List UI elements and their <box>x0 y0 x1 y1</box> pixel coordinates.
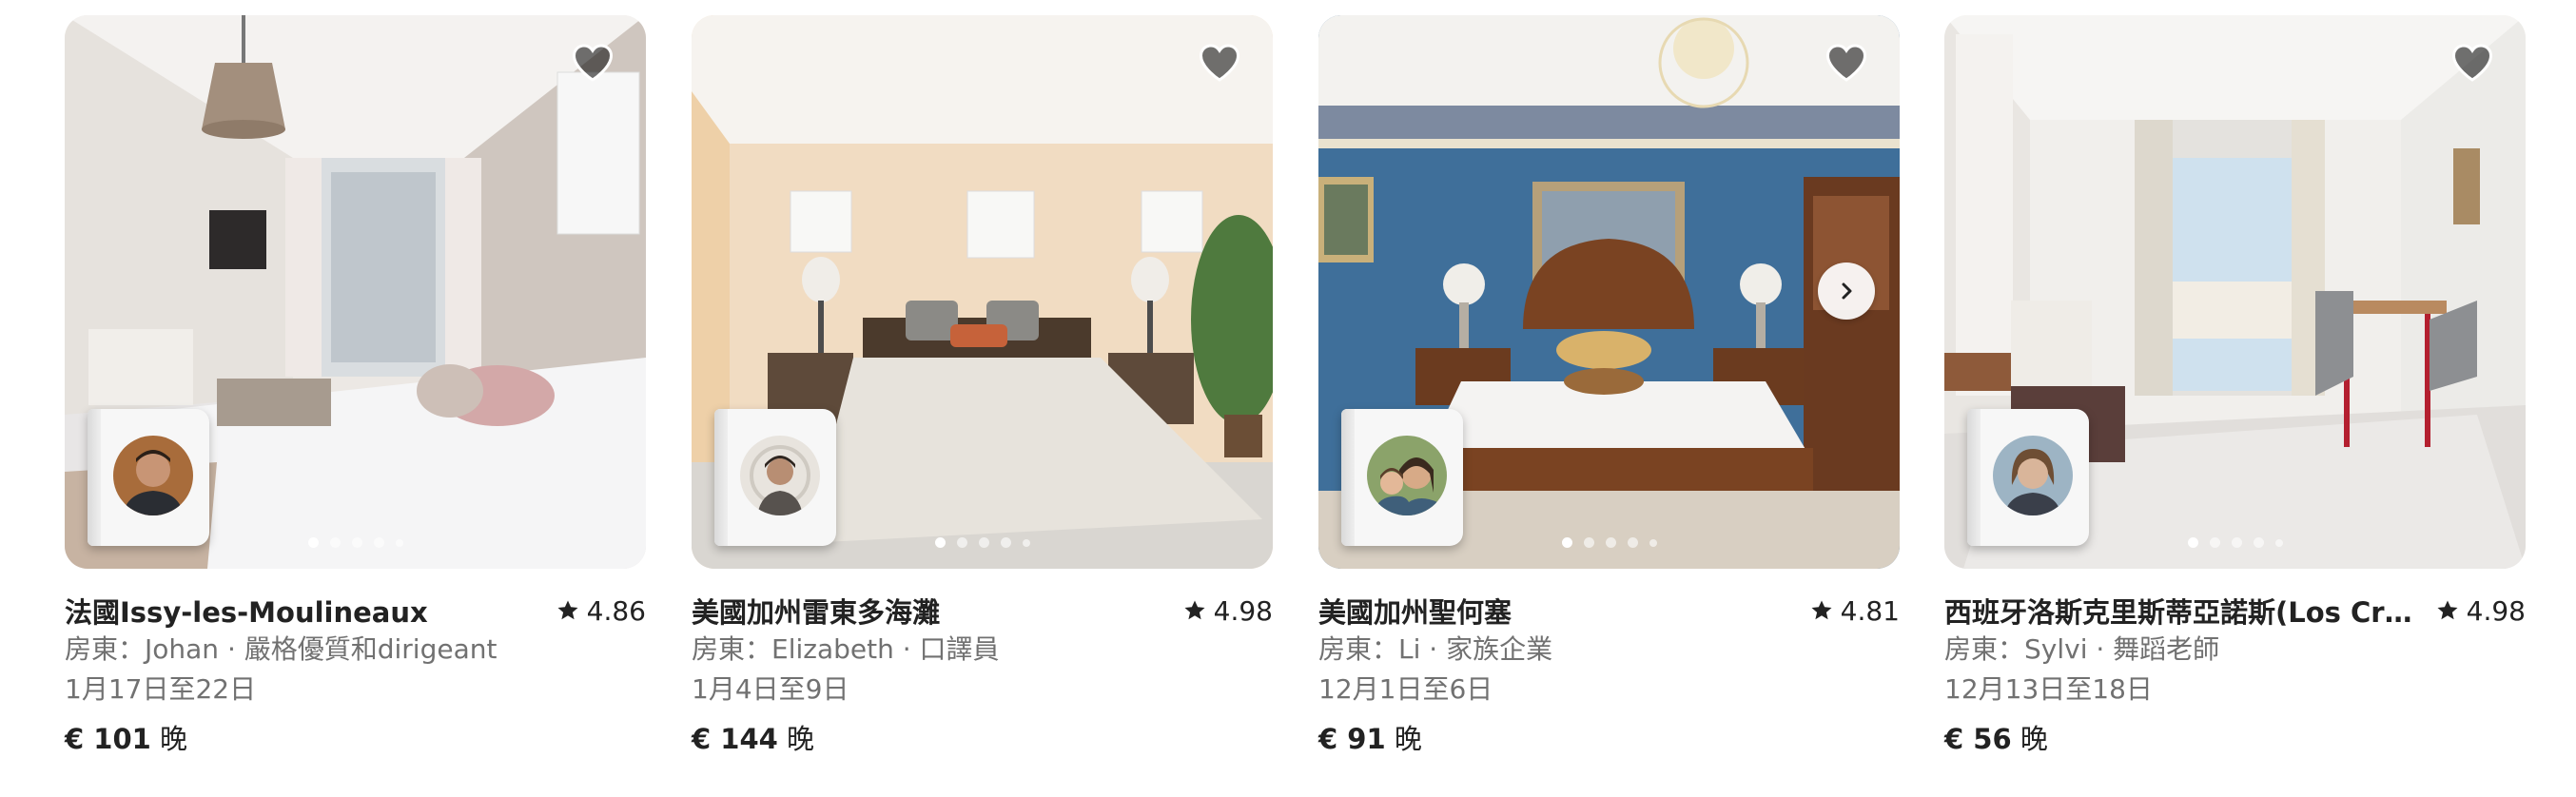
favorite-heart-icon[interactable] <box>1824 40 1869 86</box>
listing-card[interactable]: 美國加州聖何塞 4.81 房東：Li · 家族企業 12月1日至6日 € 91 … <box>1318 15 1900 759</box>
pagination-dot <box>307 537 319 548</box>
pagination-dot <box>373 537 384 548</box>
host-card-spine <box>714 409 728 546</box>
listing-photo[interactable] <box>1318 15 1900 569</box>
listing-location: 法國Issy-les-Moulineaux <box>65 596 428 629</box>
stay-dates: 12月1日至6日 <box>1318 673 1493 705</box>
host-line: 房東：Johan · 嚴格優質和dirigeant <box>65 633 498 665</box>
pagination-dot <box>351 537 362 548</box>
rating-value: 4.98 <box>2466 594 2526 627</box>
pagination-dot <box>1605 537 1616 548</box>
listing-photo[interactable] <box>65 15 646 569</box>
nightly-price: € 91 晚 <box>1318 719 1900 759</box>
host-profile-card[interactable] <box>714 409 836 546</box>
listing-rating: 4.98 <box>1183 595 1273 627</box>
nightly-price: € 144 晚 <box>692 719 1273 759</box>
host-line: 房東：Elizabeth · 口譯員 <box>692 633 1000 665</box>
listing-location: 美國加州雷東多海灘 <box>692 596 941 629</box>
chevron-right-icon <box>1842 282 1852 300</box>
price-amount: € 144 <box>692 723 778 755</box>
host-card-spine <box>1341 409 1355 546</box>
pagination-dot <box>1022 538 1030 547</box>
host-avatar <box>113 436 193 515</box>
host-avatar <box>1993 436 2073 515</box>
stay-dates: 1月17日至22日 <box>65 673 257 705</box>
favorite-heart-icon[interactable] <box>2449 40 2495 86</box>
price-amount: € 56 <box>1944 723 2012 755</box>
nightly-price: € 56 晚 <box>1944 719 2526 759</box>
favorite-heart-icon[interactable] <box>570 40 615 86</box>
listing-rating: 4.86 <box>556 595 646 627</box>
host-profile-card[interactable] <box>1967 409 2089 546</box>
listing-location: 美國加州聖何塞 <box>1318 596 1512 629</box>
star-icon <box>1184 600 1205 620</box>
favorite-heart-icon[interactable] <box>1197 40 1242 86</box>
pagination-dot <box>978 537 989 548</box>
host-profile-card[interactable] <box>88 409 209 546</box>
pagination-dot <box>1627 537 1638 548</box>
pagination-dot <box>2274 538 2283 547</box>
price-unit: 晚 <box>160 723 188 755</box>
pagination-dot <box>395 538 403 547</box>
listing-photo[interactable] <box>692 15 1273 569</box>
photo-pagination-dots <box>2187 537 2283 548</box>
star-icon <box>1811 600 1832 620</box>
nightly-price: € 101 晚 <box>65 719 646 759</box>
price-unit: 晚 <box>2020 723 2048 755</box>
star-icon <box>557 600 578 620</box>
listing-info[interactable]: 美國加州聖何塞 4.81 房東：Li · 家族企業 12月1日至6日 € 91 … <box>1318 592 1900 759</box>
host-avatar <box>1367 436 1447 515</box>
listing-info[interactable]: 美國加州雷東多海灘 4.98 房東：Elizabeth · 口譯員 1月4日至9… <box>692 592 1273 759</box>
price-amount: € 101 <box>65 723 151 755</box>
pagination-dot <box>2231 537 2242 548</box>
photo-pagination-dots <box>1561 537 1657 548</box>
price-unit: 晚 <box>787 723 815 755</box>
pagination-dot <box>1583 537 1594 548</box>
rating-value: 4.81 <box>1840 594 1900 627</box>
stay-dates: 1月4日至9日 <box>692 673 849 705</box>
pagination-dot <box>956 537 967 548</box>
listing-rating: 4.81 <box>1810 595 1900 627</box>
listing-info[interactable]: 西班牙洛斯克里斯蒂亞諾斯(Los Cri... 4.98 房東：Sylvi · … <box>1944 592 2526 759</box>
listing-card[interactable]: 法國Issy-les-Moulineaux 4.86 房東：Johan · 嚴格… <box>65 15 646 759</box>
listing-card[interactable]: 美國加州雷東多海灘 4.98 房東：Elizabeth · 口譯員 1月4日至9… <box>692 15 1273 759</box>
pagination-dot <box>2253 537 2264 548</box>
listing-card[interactable]: 西班牙洛斯克里斯蒂亞諾斯(Los Cri... 4.98 房東：Sylvi · … <box>1944 15 2526 759</box>
host-avatar <box>740 436 820 515</box>
pagination-dot <box>1561 537 1572 548</box>
host-line: 房東：Sylvi · 舞蹈老師 <box>1944 633 2220 665</box>
star-icon <box>2437 600 2458 620</box>
pagination-dot <box>1649 538 1657 547</box>
listing-location: 西班牙洛斯克里斯蒂亞諾斯(Los Cri... <box>1944 596 2420 629</box>
listing-rating: 4.98 <box>2436 595 2526 627</box>
photo-pagination-dots <box>307 537 403 548</box>
host-profile-card[interactable] <box>1341 409 1463 546</box>
host-card-spine <box>88 409 101 546</box>
rating-value: 4.98 <box>1213 594 1273 627</box>
listing-info[interactable]: 法國Issy-les-Moulineaux 4.86 房東：Johan · 嚴格… <box>65 592 646 759</box>
pagination-dot <box>934 537 946 548</box>
price-amount: € 91 <box>1318 723 1386 755</box>
pagination-dot <box>1000 537 1011 548</box>
pagination-dot <box>2187 537 2198 548</box>
stay-dates: 12月13日至18日 <box>1944 673 2153 705</box>
listing-grid: 法國Issy-les-Moulineaux 4.86 房東：Johan · 嚴格… <box>0 0 2576 797</box>
listing-photo[interactable] <box>1944 15 2526 569</box>
photo-pagination-dots <box>934 537 1030 548</box>
pagination-dot <box>329 537 341 548</box>
next-photo-button[interactable] <box>1818 262 1875 320</box>
host-card-spine <box>1967 409 1981 546</box>
price-unit: 晚 <box>1394 723 1422 755</box>
rating-value: 4.86 <box>586 594 646 627</box>
host-line: 房東：Li · 家族企業 <box>1318 633 1553 665</box>
pagination-dot <box>2209 537 2220 548</box>
